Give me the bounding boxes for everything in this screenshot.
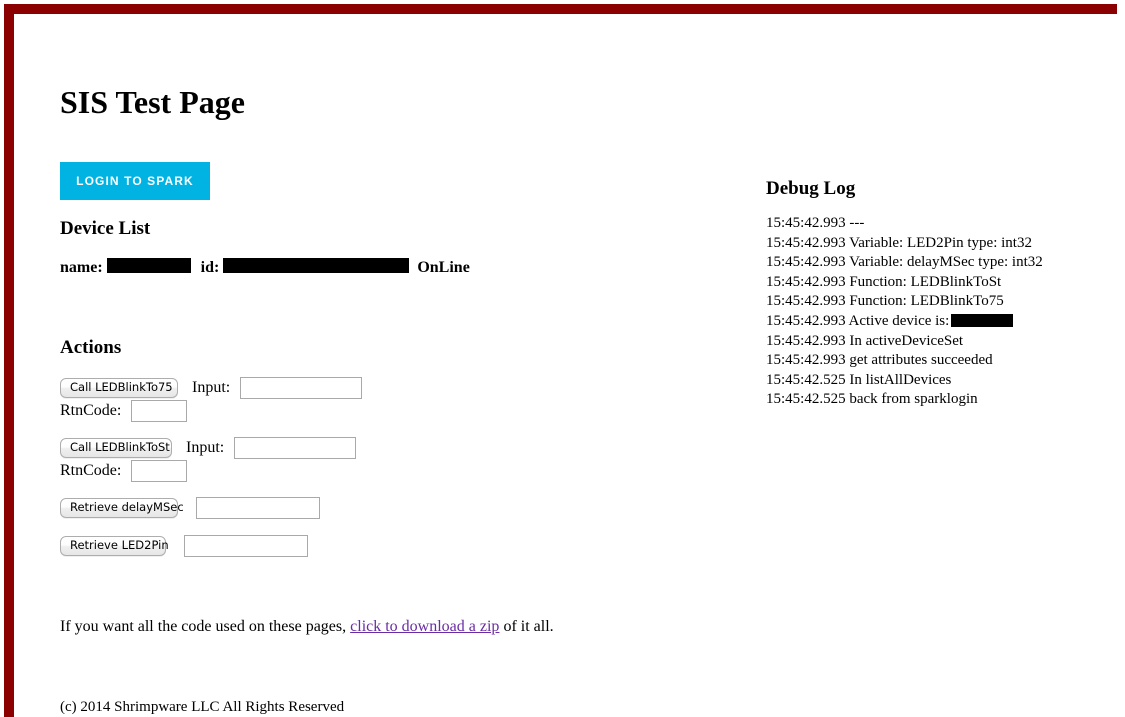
device-id-redacted-value [223, 258, 410, 273]
retrieve-delaymsec-button[interactable]: Retrieve delayMSec [60, 498, 184, 518]
rtncode-field-ledblinkto75[interactable] [131, 400, 188, 422]
login-to-spark-button[interactable]: LOGIN TO SPARK [60, 162, 210, 200]
download-zip-link[interactable]: click to download a zip [350, 618, 499, 635]
call-ledblinktost-button[interactable]: Call LEDBlinkToSt [60, 438, 172, 458]
debug-log-heading: Debug Log [766, 178, 856, 199]
debug-log-line: 15:45:42.993 Function: LEDBlinkToSt [766, 273, 1002, 290]
value-field-led2pin[interactable] [184, 535, 308, 557]
page-border-top [4, 4, 1117, 14]
device-list-row: name: id: OnLine [60, 257, 470, 277]
device-name-label: name: [60, 259, 103, 276]
action-row-retrieve-led2pin: Retrieve LED2Pin [60, 535, 308, 557]
rtncode-field-ledblinktost[interactable] [131, 460, 188, 482]
device-status: OnLine [417, 259, 470, 276]
call-ledblinkto75-button[interactable]: Call LEDBlinkTo75 [60, 378, 178, 398]
action-row-retrieve-delaymsec: Retrieve delayMSec [60, 497, 320, 519]
page-title: SIS Test Page [60, 84, 245, 120]
download-note-suffix: of it all. [499, 618, 554, 635]
action-row-led-blink-to-75: Call LEDBlinkTo75 Input: [60, 377, 363, 399]
debug-active-device-redacted-value [951, 314, 1014, 328]
debug-log-line: 15:45:42.993 Active device is: [766, 312, 1043, 332]
input-field-ledblinktost[interactable] [234, 437, 357, 459]
input-field-ledblinkto75[interactable] [240, 377, 363, 399]
debug-log-line: 15:45:42.993 --- [766, 215, 865, 231]
debug-log-line: 15:45:42.993 Variable: LED2Pin type: int… [766, 234, 1032, 251]
input-label-1: Input: [192, 379, 231, 396]
debug-log-line: 15:45:42.993 get attributes succeeded [766, 352, 993, 369]
debug-log-line: 15:45:42.993 Variable: delayMSec type: i… [766, 254, 1043, 271]
value-field-delaymsec[interactable] [196, 497, 320, 519]
actions-heading: Actions [60, 337, 122, 358]
debug-log-line: 15:45:42.525 back from sparklogin [766, 391, 978, 408]
download-note-prefix: If you want all the code used on these p… [60, 618, 351, 635]
copyright-text: (c) 2014 Shrimpware LLC All Rights Reser… [60, 699, 345, 715]
debug-log-lines: 15:45:42.993 --- 15:45:42.993 Variable: L… [766, 214, 1043, 410]
debug-log-line: 15:45:42.993 Function: LEDBlinkTo75 [766, 293, 1004, 310]
rtncode-row-1: RtnCode: [60, 400, 188, 422]
debug-log-line: 15:45:42.993 In activeDeviceSet [766, 332, 964, 349]
action-row-led-blink-to-st: Call LEDBlinkToSt Input: [60, 437, 357, 459]
page-border-left [4, 4, 14, 717]
rtncode-row-2: RtnCode: [60, 460, 188, 482]
download-note: If you want all the code used on these p… [60, 618, 554, 636]
rtncode-label-2: RtnCode: [60, 462, 122, 479]
input-label-2: Input: [186, 439, 225, 456]
device-id-label: id: [200, 259, 220, 276]
retrieve-led2pin-button[interactable]: Retrieve LED2Pin [60, 536, 169, 556]
page-content: SIS Test Page LOGIN TO SPARK Device List… [14, 14, 1125, 717]
device-name-redacted-value [106, 258, 191, 273]
device-list-heading: Device List [60, 218, 151, 239]
debug-log-line: 15:45:42.525 In listAllDevices [766, 371, 952, 388]
rtncode-label-1: RtnCode: [60, 402, 122, 419]
